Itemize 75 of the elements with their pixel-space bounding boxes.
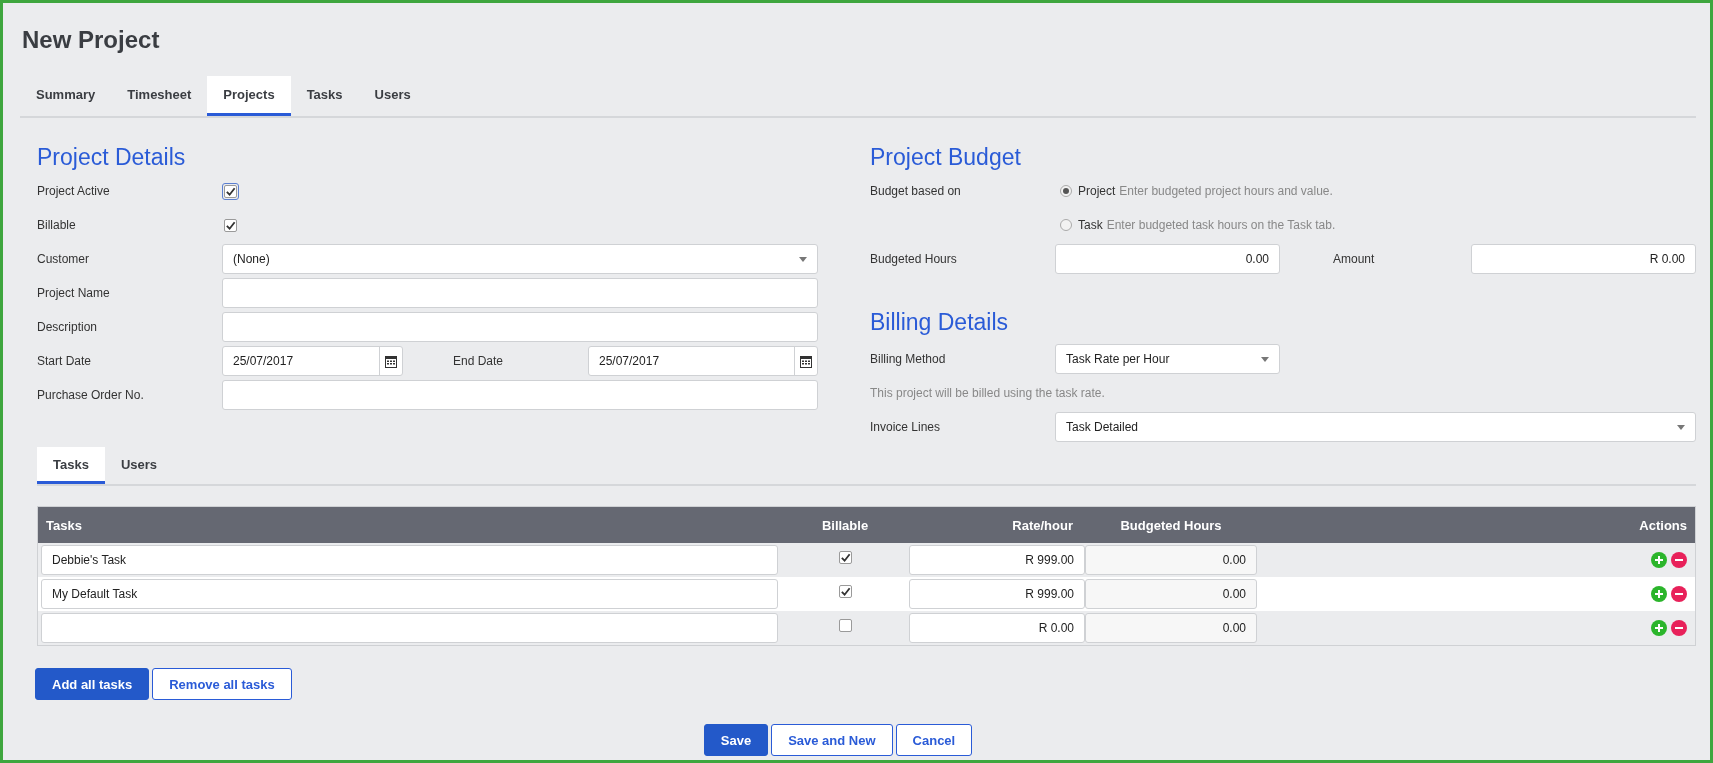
input-field[interactable]: 0.00 bbox=[1055, 244, 1280, 274]
tab[interactable]: Tasks bbox=[290, 76, 359, 116]
tab[interactable]: Tasks bbox=[37, 447, 105, 484]
tab[interactable]: Users bbox=[358, 76, 427, 116]
add-icon[interactable] bbox=[1651, 620, 1667, 636]
caret-icon bbox=[799, 256, 807, 262]
section-heading: Billing Details bbox=[870, 308, 1010, 337]
input-field[interactable] bbox=[222, 380, 818, 410]
tab[interactable]: Users bbox=[104, 447, 174, 484]
field-label: Billing Method bbox=[870, 352, 947, 366]
page-title: New Project bbox=[22, 25, 161, 55]
checkbox[interactable] bbox=[838, 584, 852, 598]
field-label: Invoice Lines bbox=[870, 420, 942, 434]
checkbox[interactable] bbox=[224, 218, 237, 232]
checkbox[interactable] bbox=[838, 618, 852, 632]
section-heading: Project Details bbox=[37, 143, 187, 172]
tab[interactable]: Summary bbox=[20, 76, 112, 116]
field-label: Project Name bbox=[37, 286, 111, 300]
caret-icon bbox=[1677, 424, 1685, 430]
budgeted-hours-field: 0.00 bbox=[1085, 579, 1257, 609]
task-name-field[interactable]: Debbie's Task bbox=[41, 545, 778, 575]
tab[interactable]: Timesheet bbox=[111, 76, 208, 116]
tab[interactable]: Projects bbox=[207, 76, 291, 116]
field-label: Description bbox=[37, 320, 99, 334]
budgeted-hours-field: 0.00 bbox=[1085, 613, 1257, 643]
radio-button[interactable] bbox=[1060, 219, 1072, 231]
field-label: Amount bbox=[1332, 252, 1376, 266]
customer-dropdown[interactable]: (None) bbox=[222, 244, 818, 274]
column-header: Actions bbox=[1638, 517, 1688, 533]
field-label: Project Active bbox=[37, 184, 111, 198]
field-label: Start Date bbox=[37, 354, 93, 368]
column-header: Tasks bbox=[45, 517, 83, 533]
field-label: Billable bbox=[37, 218, 77, 232]
option-hint: Enter budgeted task hours on the Task tab. bbox=[1106, 218, 1336, 232]
radio-button[interactable] bbox=[1060, 185, 1072, 197]
add-icon[interactable] bbox=[1651, 586, 1667, 602]
option-hint: Enter budgeted project hours and value. bbox=[1119, 184, 1333, 198]
column-header: Billable bbox=[820, 517, 870, 533]
rate-field[interactable]: R 0.00 bbox=[909, 613, 1085, 643]
help-text: This project will be billed using the task rate. bbox=[870, 386, 1105, 400]
task-name-field[interactable]: My Default Task bbox=[41, 579, 778, 609]
invoice-lines-dropdown[interactable]: Task Detailed bbox=[1055, 412, 1696, 442]
billing-method-dropdown[interactable]: Task Rate per Hour bbox=[1055, 344, 1280, 374]
field-label: Purchase Order No. bbox=[37, 388, 145, 402]
remove-icon[interactable] bbox=[1671, 552, 1687, 568]
form-button[interactable]: Save bbox=[703, 724, 769, 756]
column-header: Budgeted Hours bbox=[1119, 517, 1223, 533]
field-label: End Date bbox=[452, 354, 505, 368]
radio-label[interactable]: Project bbox=[1078, 184, 1116, 198]
column-header: Rate/hour bbox=[1011, 517, 1074, 533]
input-field[interactable] bbox=[222, 312, 818, 342]
remove-icon[interactable] bbox=[1671, 586, 1687, 602]
calendar-icon[interactable] bbox=[385, 354, 397, 368]
field-label: Budget based on bbox=[870, 184, 962, 198]
rate-field[interactable]: R 999.00 bbox=[909, 579, 1085, 609]
field-label: Budgeted Hours bbox=[870, 252, 958, 266]
input-field[interactable]: R 0.00 bbox=[1471, 244, 1696, 274]
remove-icon[interactable] bbox=[1671, 620, 1687, 636]
date-field[interactable]: 25/07/2017 bbox=[222, 346, 403, 376]
section-heading: Project Budget bbox=[870, 143, 1022, 172]
field-label: Customer bbox=[37, 252, 90, 266]
form-button[interactable]: Save and New bbox=[771, 724, 893, 756]
date-field[interactable]: 25/07/2017 bbox=[588, 346, 818, 376]
radio-label[interactable]: Task bbox=[1078, 218, 1103, 232]
checkbox[interactable] bbox=[838, 550, 852, 564]
input-field[interactable] bbox=[222, 278, 818, 308]
budgeted-hours-field: 0.00 bbox=[1085, 545, 1257, 575]
task-name-field[interactable] bbox=[41, 613, 778, 643]
add-icon[interactable] bbox=[1651, 552, 1667, 568]
caret-icon bbox=[1261, 356, 1269, 362]
form-button[interactable]: Cancel bbox=[895, 724, 973, 756]
calendar-icon[interactable] bbox=[800, 354, 812, 368]
table-button[interactable]: Add all tasks bbox=[35, 668, 150, 700]
rate-field[interactable]: R 999.00 bbox=[909, 545, 1085, 575]
table-button[interactable]: Remove all tasks bbox=[152, 668, 292, 700]
